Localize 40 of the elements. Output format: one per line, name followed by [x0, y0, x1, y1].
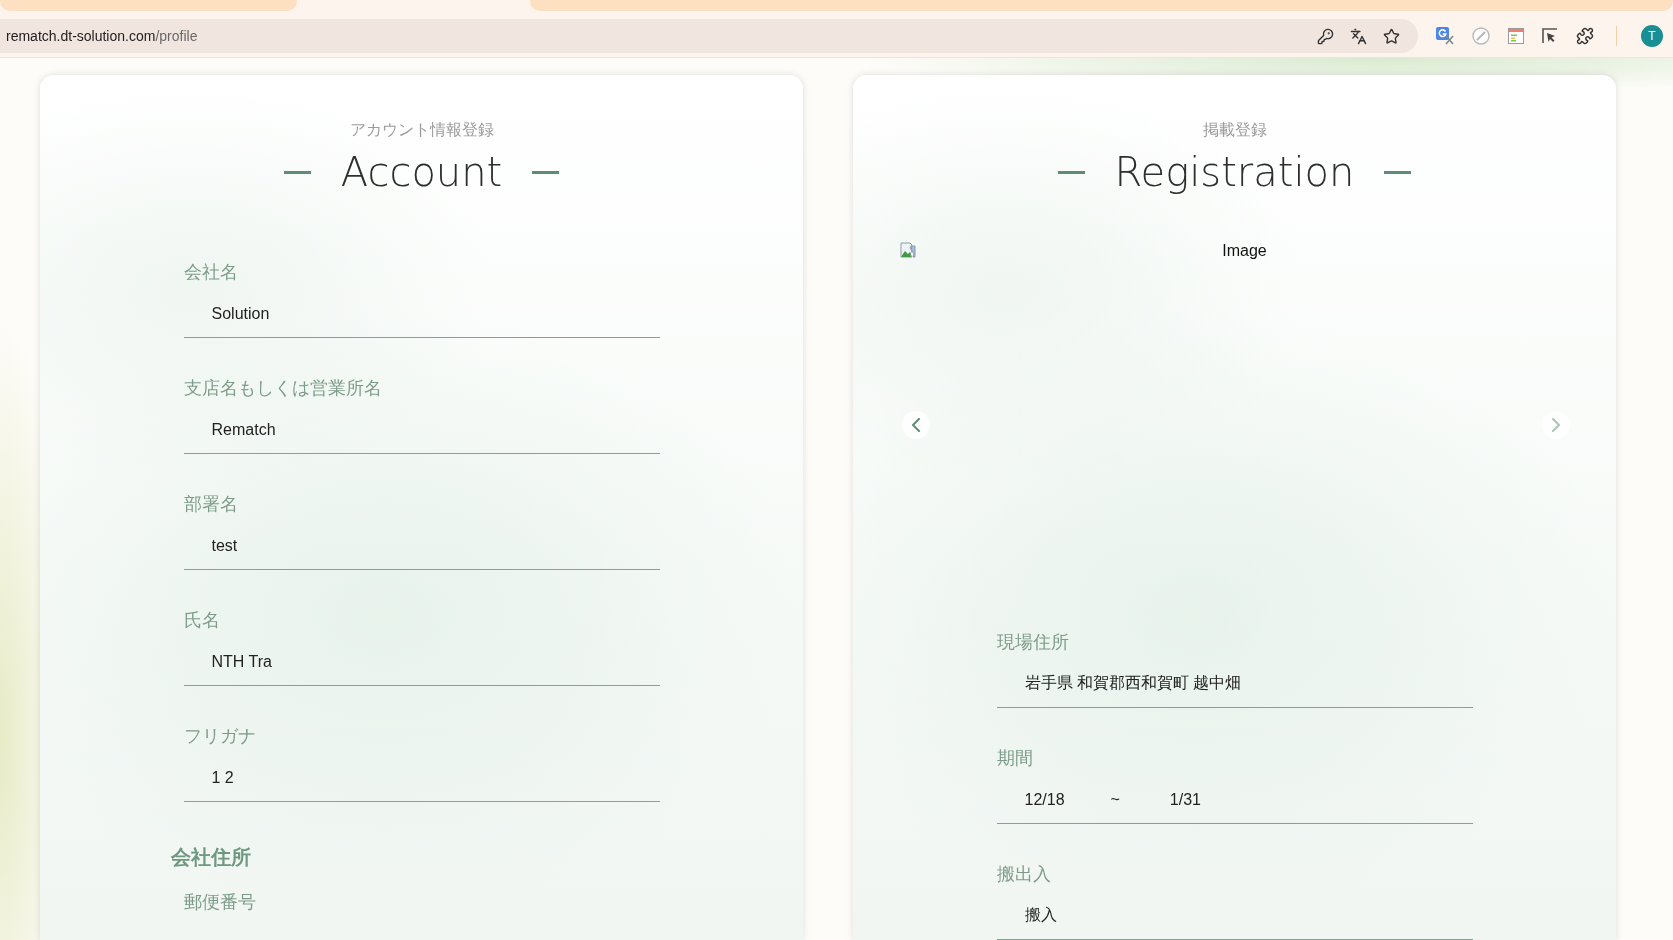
section-heading: 会社住所	[170, 845, 251, 869]
field-label: 会社名	[183, 261, 238, 284]
url-text: rematch.dt-solution.com/profile	[6, 28, 198, 44]
key-icon[interactable]	[1317, 27, 1334, 45]
letter-g-icon[interactable]	[1436, 27, 1454, 45]
profile-avatar[interactable]: T	[1641, 25, 1663, 47]
cursor-icon[interactable]	[1542, 28, 1558, 44]
image-alt-text: Image	[1221, 242, 1268, 260]
text-input[interactable]: test	[183, 522, 660, 570]
range-separator: ~	[1110, 790, 1120, 809]
field-label: 搬出入	[996, 863, 1051, 886]
address-bar[interactable]: rematch.dt-solution.com/profile	[0, 19, 1418, 53]
date-input[interactable]: 12/18	[1024, 784, 1111, 815]
chevron-left-icon	[911, 418, 920, 432]
panel-title: Account	[340, 150, 503, 194]
translate-icon[interactable]	[1350, 27, 1367, 45]
panel-title: Registration	[1114, 150, 1355, 194]
field-label: 部署名	[183, 493, 238, 516]
previous-image-button[interactable]	[901, 411, 930, 439]
text-input[interactable]: Rematch	[183, 406, 660, 454]
text-input[interactable]: 岩手県 和賀郡西和賀町 越中畑	[996, 660, 1473, 708]
note-icon[interactable]	[1508, 28, 1524, 44]
text-input[interactable]: 1 2	[183, 754, 660, 802]
field-label: 現場住所	[996, 631, 1069, 654]
field-label: 氏名	[183, 609, 220, 632]
star-icon[interactable]	[1383, 27, 1400, 45]
panel-subtitle: 掲載登録	[1202, 120, 1267, 140]
text-input[interactable]: 搬入	[996, 892, 1473, 940]
puzzle-icon[interactable]	[1576, 27, 1594, 45]
field-label: 期間	[996, 747, 1033, 770]
field-label: 支店名もしくは営業所名	[183, 377, 382, 400]
broken-image-icon	[899, 242, 916, 258]
field-label: フリガナ	[183, 725, 256, 748]
field-label: 郵便番号	[183, 891, 256, 914]
text-input[interactable]: NTH Tra	[183, 638, 660, 686]
date-input[interactable]: 1/31	[1169, 784, 1290, 815]
chevron-right-icon	[1551, 418, 1560, 432]
text-input[interactable]: Solution	[183, 290, 660, 338]
slash-circle-icon[interactable]	[1472, 27, 1490, 45]
panel-subtitle: アカウント情報登録	[349, 120, 494, 140]
